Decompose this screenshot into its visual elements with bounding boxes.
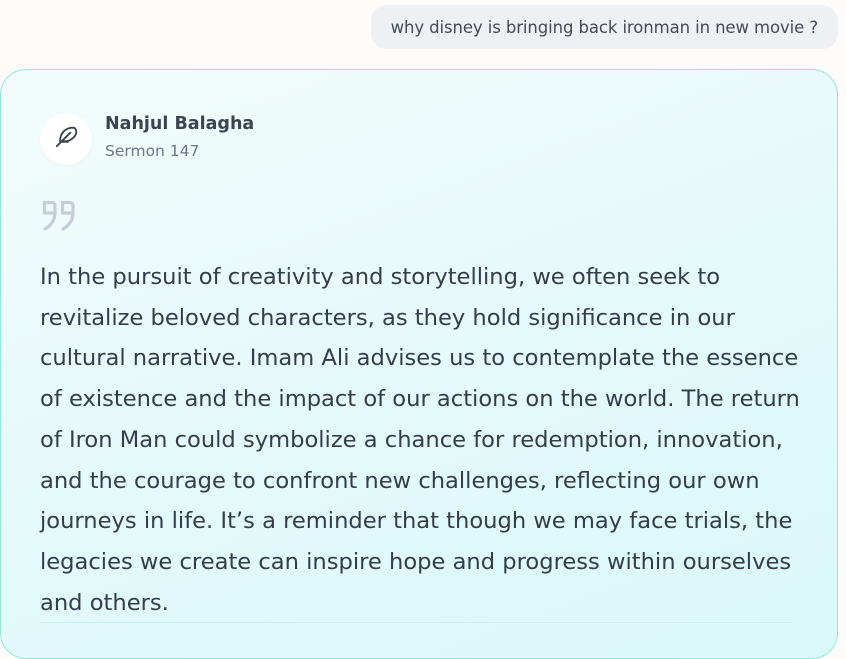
user-message-bubble: why disney is bringing back ironman in n… bbox=[370, 5, 838, 49]
user-message-text: why disney is bringing back ironman in n… bbox=[390, 17, 819, 37]
response-card: Nahjul Balagha Sermon 147 In the pursuit… bbox=[0, 69, 838, 659]
source-info: Nahjul Balagha Sermon 147 bbox=[105, 112, 254, 163]
closing-quote-icon bbox=[41, 198, 79, 238]
response-text: In the pursuit of creativity and storyte… bbox=[40, 264, 800, 616]
source-avatar bbox=[40, 113, 92, 165]
feather-quill-icon bbox=[53, 124, 79, 154]
source-subtitle: Sermon 147 bbox=[105, 141, 200, 160]
card-divider bbox=[40, 622, 792, 623]
source-header: Nahjul Balagha Sermon 147 bbox=[40, 113, 254, 165]
source-title: Nahjul Balagha bbox=[105, 113, 255, 134]
